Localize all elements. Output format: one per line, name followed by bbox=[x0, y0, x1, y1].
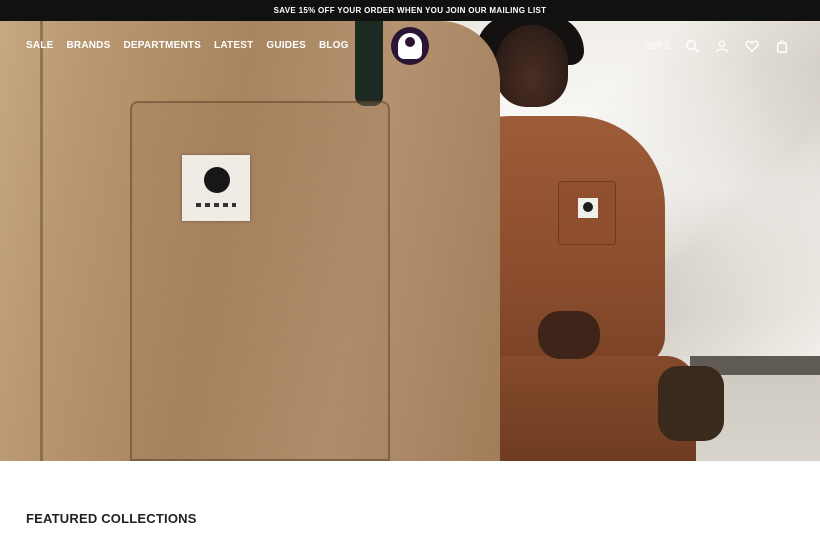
nav-item-departments[interactable]: DEPARTMENTS bbox=[123, 40, 201, 51]
label-dots bbox=[196, 203, 236, 207]
jacket-brand-label bbox=[182, 155, 250, 221]
main-nav: SALE BRANDS DEPARTMENTS LATEST GUIDES BL… bbox=[26, 40, 349, 51]
model-hands bbox=[538, 311, 600, 359]
promo-text[interactable]: SAVE 15% OFF YOUR ORDER WHEN YOU JOIN OU… bbox=[274, 6, 547, 15]
account-icon[interactable] bbox=[714, 38, 730, 54]
nav-item-sale[interactable]: SALE bbox=[26, 40, 53, 51]
nav-item-brands[interactable]: BRANDS bbox=[66, 40, 110, 51]
model-head bbox=[496, 25, 568, 107]
search-icon[interactable] bbox=[684, 38, 700, 54]
hero-image[interactable] bbox=[0, 21, 820, 461]
bag-icon[interactable] bbox=[774, 38, 790, 54]
promo-bar[interactable]: SAVE 15% OFF YOUR ORDER WHEN YOU JOIN OU… bbox=[0, 0, 820, 21]
nav-item-latest[interactable]: LATEST bbox=[214, 40, 253, 51]
jacket-collar bbox=[355, 21, 383, 106]
featured-collections-heading: FEATURED COLLECTIONS bbox=[26, 511, 197, 526]
site-logo[interactable] bbox=[391, 27, 429, 65]
brand-logo-icon bbox=[204, 167, 230, 193]
wishlist-icon[interactable] bbox=[744, 38, 760, 54]
logo-mark-icon bbox=[398, 33, 422, 59]
chest-label bbox=[578, 198, 598, 218]
header-tools: GBP £ bbox=[644, 38, 790, 54]
currency-selector[interactable]: GBP £ bbox=[644, 41, 670, 51]
jacket-seam bbox=[40, 21, 43, 461]
jacket-pocket bbox=[130, 101, 390, 461]
model-boot bbox=[658, 366, 724, 441]
nav-item-blog[interactable]: BLOG bbox=[319, 40, 349, 51]
nav-item-guides[interactable]: GUIDES bbox=[266, 40, 306, 51]
